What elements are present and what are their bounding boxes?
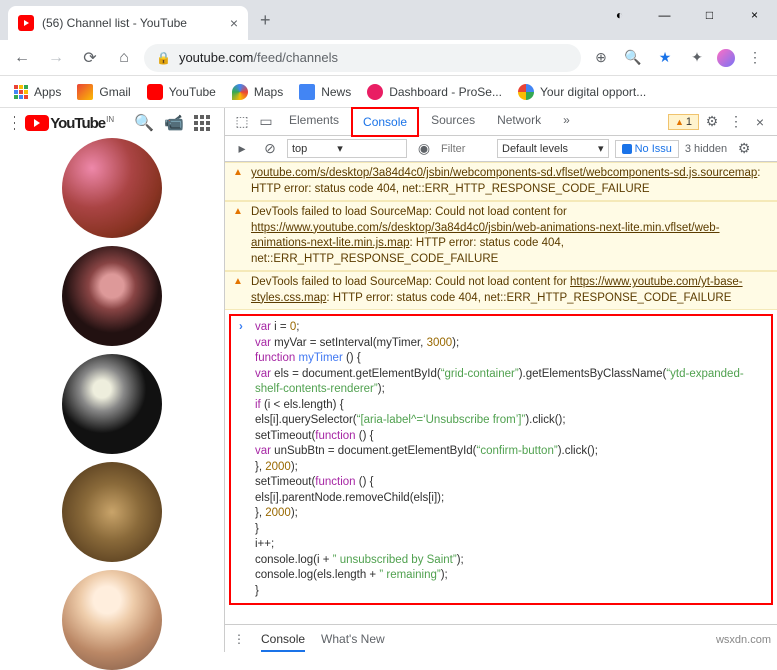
inspect-icon[interactable]: ⬚ — [231, 113, 253, 130]
forward-button[interactable]: → — [42, 44, 70, 72]
channel-list — [0, 138, 224, 652]
youtube-page: YouTubeIN 🔍 📹 — [0, 108, 224, 652]
incognito-icon: ◐ — [597, 0, 642, 30]
settings-icon[interactable]: ⚙ — [701, 113, 723, 130]
tab-elements[interactable]: Elements — [279, 107, 349, 137]
dashboard-bookmark[interactable]: Dashboard - ProSe... — [361, 80, 508, 104]
google-bookmark[interactable]: Your digital opport... — [512, 80, 652, 104]
issues-button[interactable]: No Issu — [615, 140, 679, 158]
tab-network[interactable]: Network — [487, 107, 551, 137]
gmail-bookmark[interactable]: Gmail — [71, 80, 136, 104]
apps-grid-icon[interactable] — [194, 113, 210, 133]
console-warning: DevTools failed to load SourceMap: Could… — [225, 201, 777, 271]
maps-bookmark[interactable]: Maps — [226, 80, 289, 104]
drawer-menu-icon[interactable]: ⋮ — [233, 632, 245, 646]
url-box[interactable]: 🔒 youtube.com/feed/channels — [144, 44, 581, 72]
channel-avatar[interactable] — [62, 138, 162, 238]
bookmark-star-icon[interactable]: ★ — [651, 44, 679, 72]
browser-tab[interactable]: (56) Channel list - YouTube × — [8, 6, 248, 40]
url-text: youtube.com/feed/channels — [179, 50, 338, 65]
chrome-menu-icon[interactable]: ⋮ — [741, 44, 769, 72]
search-icon[interactable]: 🔍 — [134, 113, 154, 133]
lock-icon: 🔒 — [156, 51, 171, 65]
tab-close-icon[interactable]: × — [230, 15, 238, 31]
zoom-icon[interactable]: 🔍 — [619, 44, 647, 72]
sourcemap-link[interactable]: youtube.com/s/desktop/3a84d4c0/jsbin/web… — [251, 167, 757, 179]
device-toggle-icon[interactable]: ▭ — [255, 113, 277, 130]
levels-select[interactable]: Default levels▾ — [497, 139, 609, 158]
live-expression-icon[interactable]: ◉ — [413, 140, 435, 157]
console-settings-icon[interactable]: ⚙ — [733, 140, 755, 157]
address-bar: ← → ⟳ ⌂ 🔒 youtube.com/feed/channels ⊕ 🔍 … — [0, 40, 777, 76]
channel-avatar[interactable] — [62, 462, 162, 562]
new-tab-button[interactable]: + — [260, 10, 271, 31]
install-icon[interactable]: ⊕ — [587, 44, 615, 72]
apps-bookmark[interactable]: Apps — [8, 81, 67, 103]
devtools-close-icon[interactable]: × — [749, 114, 771, 130]
devtools-tabs: ⬚ ▭ Elements Console Sources Network » 1… — [225, 108, 777, 136]
maximize-button[interactable]: □ — [687, 0, 732, 30]
drawer-tab-console[interactable]: Console — [261, 626, 305, 652]
extensions-icon[interactable]: ✦ — [683, 44, 711, 72]
home-button[interactable]: ⌂ — [110, 44, 138, 72]
console-body[interactable]: youtube.com/s/desktop/3a84d4c0/jsbin/web… — [225, 162, 777, 624]
youtube-header: YouTubeIN 🔍 📹 — [0, 108, 224, 138]
channel-avatar[interactable] — [62, 246, 162, 346]
channel-avatar[interactable] — [62, 354, 162, 454]
profile-avatar[interactable] — [715, 47, 737, 69]
tab-console[interactable]: Console — [351, 107, 419, 137]
tab-sources[interactable]: Sources — [421, 107, 485, 137]
console-warning: DevTools failed to load SourceMap: Could… — [225, 271, 777, 310]
reload-button[interactable]: ⟳ — [76, 44, 104, 72]
youtube-favicon — [18, 15, 34, 31]
devtools-panel: ⬚ ▭ Elements Console Sources Network » 1… — [224, 108, 777, 652]
minimize-button[interactable]: — — [642, 0, 687, 30]
window-controls: ◐ — □ × — [597, 0, 777, 30]
filter-input[interactable] — [441, 143, 491, 155]
create-icon[interactable]: 📹 — [164, 113, 184, 133]
console-filter-bar: ▸ ⊘ top▾ ◉ Default levels▾ No Issu 3 hid… — [225, 136, 777, 162]
sourcemap-link[interactable]: https://www.youtube.com/yt-base-styles.c… — [251, 276, 743, 304]
channel-avatar[interactable] — [62, 570, 162, 670]
hamburger-icon[interactable] — [14, 116, 15, 130]
bookmarks-bar: Apps Gmail YouTube Maps News Dashboard -… — [0, 76, 777, 108]
sidebar-toggle-icon[interactable]: ▸ — [231, 140, 253, 157]
youtube-logo[interactable]: YouTubeIN — [25, 115, 114, 132]
devtools-menu-icon[interactable]: ⋮ — [725, 113, 747, 130]
hidden-count: 3 hidden — [685, 143, 727, 155]
console-input[interactable]: var i = 0; var myVar = setInterval(myTim… — [229, 314, 773, 605]
console-warning: youtube.com/s/desktop/3a84d4c0/jsbin/web… — [225, 162, 777, 201]
drawer-tab-whatsnew[interactable]: What's New — [321, 632, 385, 646]
youtube-bookmark[interactable]: YouTube — [141, 80, 222, 104]
back-button[interactable]: ← — [8, 44, 36, 72]
devtools-drawer: ⋮ Console What's New — [225, 624, 777, 652]
news-bookmark[interactable]: News — [293, 80, 357, 104]
sourcemap-link[interactable]: https://www.youtube.com/s/desktop/3a84d4… — [251, 222, 720, 250]
context-select[interactable]: top▾ — [287, 139, 407, 158]
warning-count[interactable]: 1 — [668, 114, 699, 130]
watermark: wsxdn.com — [716, 634, 771, 646]
browser-titlebar: (56) Channel list - YouTube × + ◐ — □ × — [0, 0, 777, 40]
tab-title: (56) Channel list - YouTube — [42, 16, 222, 30]
clear-console-icon[interactable]: ⊘ — [259, 140, 281, 157]
tab-more[interactable]: » — [553, 107, 580, 137]
close-button[interactable]: × — [732, 0, 777, 30]
